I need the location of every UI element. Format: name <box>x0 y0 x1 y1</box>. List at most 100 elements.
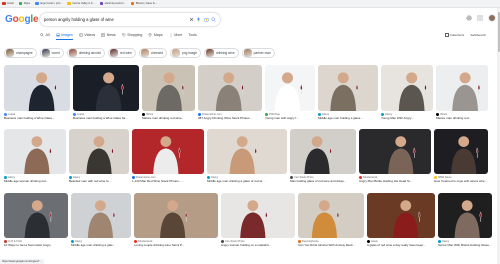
tab-images[interactable]: Images <box>55 31 74 40</box>
image-result[interactable]: iStock Mature man drinking red... <box>436 65 488 120</box>
image-result[interactable]: Dreamstime.com 387 Angry Drinking Wine St… <box>198 65 262 120</box>
result-caption[interactable]: Man holding glass of red wine and disap.… <box>290 179 356 183</box>
scrollbar-thumb[interactable] <box>497 12 500 52</box>
image-result[interactable]: Lutpal Business man holding a Wine Glass.… <box>4 65 70 120</box>
result-thumbnail[interactable] <box>71 193 131 238</box>
related-search-chip[interactable]: cheesed <box>139 48 168 58</box>
related-search-chip[interactable]: partner man <box>241 48 275 58</box>
result-thumbnail[interactable] <box>359 129 431 174</box>
result-caption[interactable]: Middle age woman drinking red... <box>4 179 66 183</box>
result-caption[interactable]: Middle age man drinking a glass of red w… <box>207 179 287 183</box>
result-thumbnail[interactable] <box>198 65 262 111</box>
result-caption[interactable]: Young Man With Angry... <box>381 116 433 120</box>
tab-news[interactable]: News <box>101 31 116 39</box>
image-result[interactable]: LUX & KOH 10 Ways to Get a Sommelier Angr… <box>4 193 68 247</box>
tab-more[interactable]: More <box>169 31 182 39</box>
result-caption[interactable]: Young man with angry f... <box>265 116 315 120</box>
image-result[interactable]: Lutpal Business man holding a Wine Glass … <box>73 65 139 120</box>
image-result[interactable]: Alamy Bearded man with red wine lo... <box>69 129 129 183</box>
tab-tools[interactable]: Tools <box>188 31 196 39</box>
result-thumbnail[interactable] <box>290 129 356 174</box>
collections-link[interactable]: Collections <box>450 33 465 37</box>
related-search-chip[interactable]: png image <box>170 48 201 58</box>
result-caption[interactable]: Mature man drinking red wine... <box>142 116 195 120</box>
result-thumbnail[interactable] <box>438 193 492 238</box>
result-thumbnail[interactable] <box>367 193 435 238</box>
image-result[interactable]: Depositphotos Can You Drink Alcohol With … <box>298 193 364 247</box>
bookmark-item[interactable]: Nextra Valley is 5... <box>67 1 95 6</box>
result-caption[interactable]: 1,143 Man Red Wine Stock Photos - ... <box>132 179 204 183</box>
image-result[interactable]: Shutterstock Loving couple drinking wine … <box>134 193 218 247</box>
search-box[interactable]: person angrily holding a glass of wine <box>40 13 220 26</box>
search-input[interactable]: person angrily holding a glass of wine <box>44 17 186 22</box>
account-avatar[interactable] <box>488 14 496 22</box>
result-thumbnail[interactable] <box>142 65 195 111</box>
result-thumbnail[interactable] <box>381 65 433 111</box>
bookmark-item[interactable]: Gmail <box>2 1 14 6</box>
result-thumbnail[interactable] <box>4 129 66 174</box>
image-result[interactable]: Alamy Middle age man drinking a glass of … <box>207 129 287 183</box>
result-thumbnail[interactable] <box>221 193 295 238</box>
result-caption[interactable]: Senior Man With Bristol Holding Glass... <box>438 243 492 247</box>
image-result[interactable]: Istock A glass of red wine a day really d… <box>367 193 435 247</box>
result-caption[interactable]: Loving couple drinking wine Stock P... <box>134 243 218 247</box>
result-caption[interactable]: Business man holding a Wine Glass... <box>4 116 70 120</box>
result-caption[interactable]: 10 Ways to Get a Sommelier Angry <box>4 243 68 247</box>
result-caption[interactable]: Business man holding a Wine Glass ba... <box>73 116 139 120</box>
image-result[interactable]: Dreamstime.com 1,143 Man Red Wine Stock P… <box>132 129 204 183</box>
search-icon[interactable] <box>211 17 216 22</box>
result-thumbnail[interactable] <box>69 129 129 174</box>
result-thumbnail[interactable] <box>318 65 378 111</box>
image-result[interactable]: IMDb News How I learned to cope with stre… <box>434 129 488 183</box>
image-result[interactable]: Shutterstock Angry Man Bottle Holding His… <box>359 129 431 183</box>
result-thumbnail[interactable] <box>207 129 287 174</box>
image-result[interactable]: Alamy Middle age man drinking a glas... <box>71 193 131 247</box>
result-caption[interactable]: Middle age man drinking a glas... <box>71 243 131 247</box>
related-search-chip[interactable]: red wine <box>107 48 137 58</box>
result-thumbnail[interactable] <box>4 193 68 238</box>
google-logo[interactable]: Google <box>5 15 39 25</box>
bookmark-item[interactable]: Maps <box>18 1 30 6</box>
tab-maps[interactable]: Maps <box>148 31 163 39</box>
image-result[interactable]: Alamy Middle age man holding a glass... <box>318 65 378 120</box>
related-search-chip[interactable]: drinking wine <box>204 48 239 58</box>
result-caption[interactable]: A glass of red wine a day really does ke… <box>367 243 435 247</box>
settings-icon[interactable] <box>466 15 472 21</box>
image-result[interactable]: Can Stock Photo Man holding glass of red … <box>290 129 356 183</box>
result-caption[interactable]: Bearded man with red wine lo... <box>69 179 129 183</box>
result-thumbnail[interactable] <box>434 129 488 174</box>
collections-icon[interactable] <box>445 33 449 37</box>
image-result[interactable]: Alamy Middle age woman drinking red... <box>4 129 66 183</box>
image-result[interactable]: PNGTree Young man with angry f... <box>265 65 315 120</box>
camera-lens-icon[interactable] <box>203 17 209 22</box>
result-thumbnail[interactable] <box>132 129 204 174</box>
tab-videos[interactable]: Videos <box>79 31 95 39</box>
image-result[interactable]: iStock Mature man drinking red wine... <box>142 65 195 120</box>
result-thumbnail[interactable] <box>436 65 488 111</box>
image-result[interactable]: Can Stock Photo Angry woman holding on a … <box>221 193 295 247</box>
tab-all[interactable]: All <box>40 31 50 39</box>
result-thumbnail[interactable] <box>134 193 218 238</box>
apps-grid-icon[interactable] <box>477 15 483 21</box>
safesearch-link[interactable]: SafeSearch <box>470 33 486 37</box>
result-caption[interactable]: Can You Drink Alcohol With Anxiety Medi.… <box>298 243 364 247</box>
result-caption[interactable]: 387 Angry Drinking Wine Stock Photos ... <box>198 116 262 120</box>
related-search-chip[interactable]: champagne <box>4 48 37 58</box>
result-thumbnail[interactable] <box>4 65 70 111</box>
clear-icon[interactable] <box>189 17 194 22</box>
related-search-chip[interactable]: bored <box>39 48 64 58</box>
result-caption[interactable]: Angry Man Bottle Holding His Head Si... <box>359 179 431 183</box>
result-thumbnail[interactable] <box>265 65 315 111</box>
result-caption[interactable]: How I learned to cope with stress when I… <box>434 179 488 183</box>
related-search-chip[interactable]: drinking alcohol <box>66 48 105 58</box>
result-caption[interactable]: Mature man drinking red... <box>436 116 488 120</box>
result-caption[interactable]: Angry woman holding on a snakebit... <box>221 243 295 247</box>
tab-shopping[interactable]: Shopping <box>122 31 142 39</box>
microphone-icon[interactable] <box>196 17 201 22</box>
result-thumbnail[interactable] <box>298 193 364 238</box>
result-thumbnail[interactable] <box>73 65 139 111</box>
bookmark-item[interactable]: large bookm. prot... <box>35 1 62 6</box>
image-result[interactable]: Alamy Young Man With Angry... <box>381 65 433 120</box>
bookmark-item[interactable]: elate/nlp-tools bi... <box>99 1 126 6</box>
image-result[interactable]: Alamy Senior Man With Bristol Holding Gla… <box>438 193 492 247</box>
